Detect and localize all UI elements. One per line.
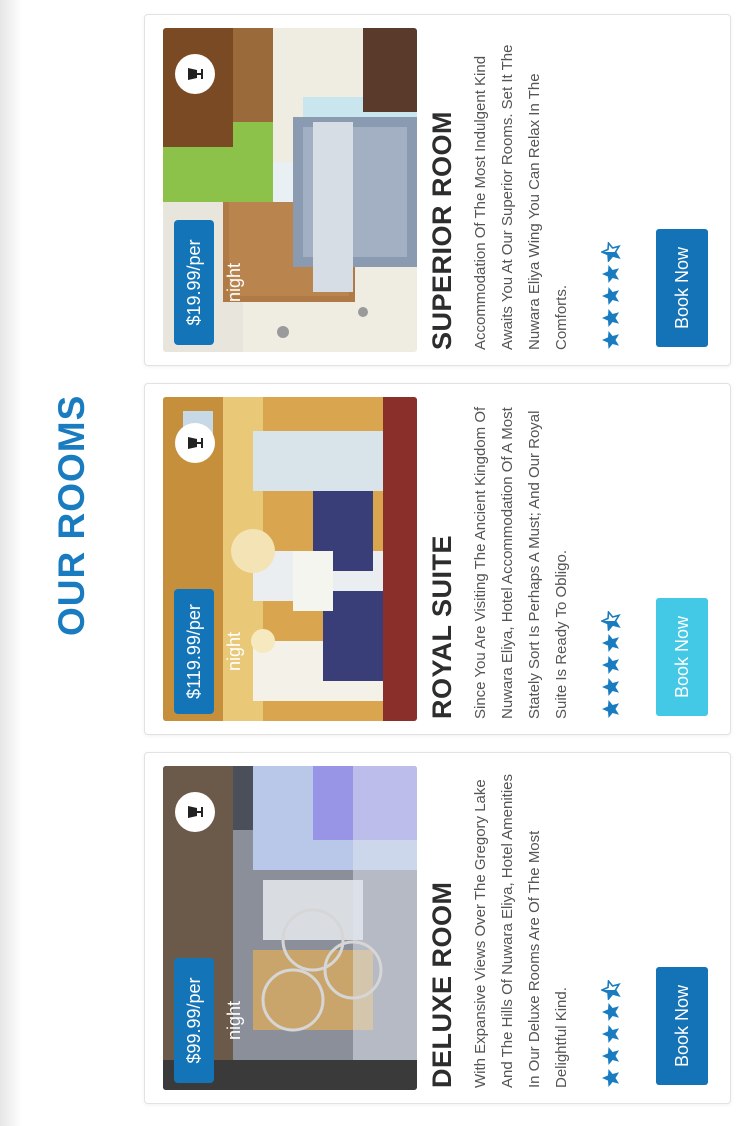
- room-description: Accommodation Of The Most Indulgent Kind…: [472, 44, 570, 350]
- star-icon: [602, 1069, 619, 1087]
- room-description: Since You Are Visiting The Ancient Kingd…: [472, 406, 570, 719]
- star-rating: [601, 980, 621, 1088]
- room-card-royal-suite: $119.99/per night ROYAL SUITE Since You …: [144, 383, 731, 735]
- star-icon: [602, 656, 619, 674]
- price-badge: $119.99/per night: [174, 589, 244, 714]
- price-badge: $19.99/per night: [174, 220, 244, 345]
- book-now-button[interactable]: Book Now: [656, 229, 708, 347]
- book-now-button[interactable]: Book Now: [656, 967, 708, 1085]
- room-description: With Expansive Views Over The Gregory La…: [472, 773, 570, 1088]
- star-rating: [601, 611, 621, 719]
- star-icon: [602, 287, 619, 305]
- room-title: ROYAL SUITE: [427, 534, 457, 719]
- star-icon: [602, 1047, 619, 1065]
- room-card-superior: $19.99/per night SUPERIOR ROOM Accommoda…: [144, 14, 731, 366]
- room-card-deluxe: $99.99/per night DELUXE ROOM With Expans…: [144, 752, 731, 1104]
- star-half-icon: [601, 980, 621, 1000]
- star-icon: [602, 634, 619, 652]
- lamp-icon: [175, 54, 215, 94]
- left-edge-shadow: [0, 0, 22, 1126]
- star-icon: [602, 309, 619, 327]
- room-title: DELUXE ROOM: [427, 881, 457, 1088]
- star-icon: [602, 700, 619, 718]
- section-title: OUR ROOMS: [51, 394, 92, 636]
- room-title: SUPERIOR ROOM: [427, 110, 457, 350]
- star-rating: [601, 242, 621, 350]
- star-half-icon: [601, 611, 621, 631]
- price-badge: $99.99/per night: [174, 958, 244, 1083]
- lamp-icon: [175, 792, 215, 832]
- star-icon: [602, 1025, 619, 1043]
- star-icon: [602, 331, 619, 349]
- lamp-icon: [175, 423, 215, 463]
- star-icon: [602, 1003, 619, 1021]
- book-now-button[interactable]: Book Now: [656, 598, 708, 716]
- star-icon: [602, 678, 619, 696]
- star-half-icon: [601, 242, 621, 262]
- star-icon: [602, 265, 619, 283]
